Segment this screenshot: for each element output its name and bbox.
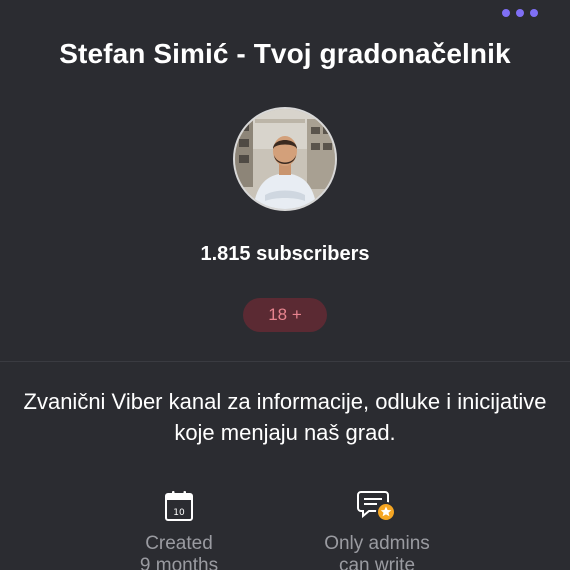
write-permission-info: Only admins can write [297, 488, 457, 570]
channel-title: Stefan Simić - Tvoj gradonačelnik [59, 38, 511, 69]
more-options-button[interactable] [502, 6, 538, 20]
more-dots-icon [502, 9, 510, 17]
age-restriction-badge: 18 + [243, 298, 327, 332]
admins-value: can write [338, 555, 416, 570]
more-dot [530, 9, 538, 17]
channel-description: Zvanični Viber kanal za informacije, odl… [23, 389, 547, 445]
channel-avatar[interactable] [233, 107, 337, 211]
created-value: 9 months [139, 555, 219, 570]
admins-label: Only admins [324, 533, 430, 554]
section-divider [0, 361, 570, 362]
channel-info-screen: Stefan Simić - Tvoj gradonačelnik 1.815 … [0, 0, 570, 570]
avatar-photo-icon [235, 109, 335, 209]
admin-chat-icon [357, 491, 396, 522]
calendar-icon: 10 [165, 491, 193, 521]
created-label: Created [145, 533, 213, 554]
created-info: 10 Created 9 months [99, 488, 259, 570]
more-dot [516, 9, 524, 17]
subscriber-count: 1.815 subscribers [200, 243, 370, 265]
calendar-day-number: 10 [173, 508, 185, 518]
